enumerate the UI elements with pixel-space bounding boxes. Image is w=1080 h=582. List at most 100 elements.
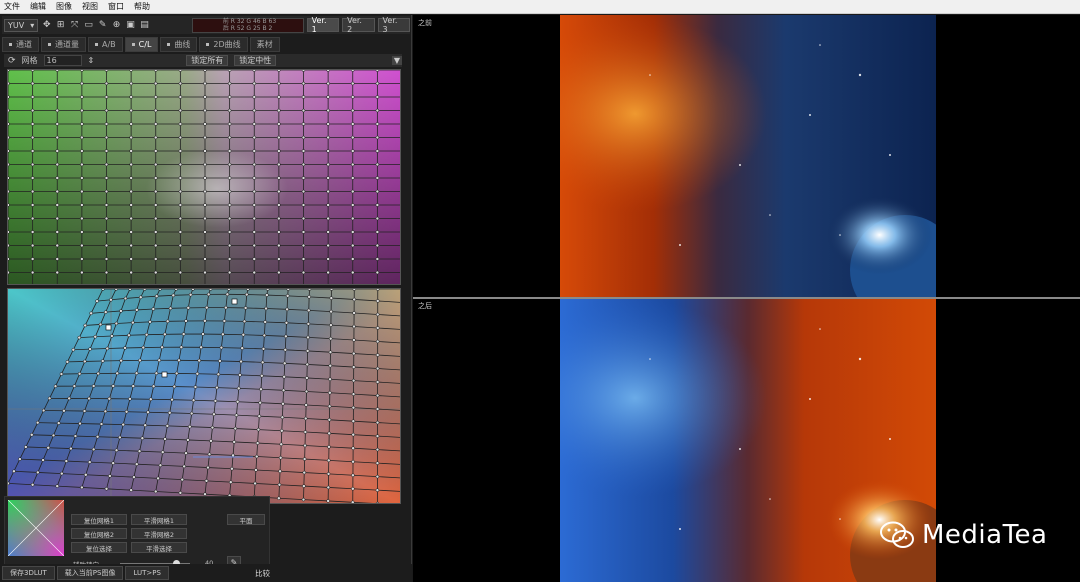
grid-node[interactable] [129,488,133,492]
grid-node[interactable] [401,163,402,166]
grid-node[interactable] [375,366,380,371]
grid-node[interactable] [304,389,309,394]
grid-node[interactable] [55,162,59,167]
grid-node[interactable] [73,434,78,438]
grid-node[interactable] [401,96,402,99]
grid-node[interactable] [104,487,109,491]
grid-node[interactable] [252,95,256,99]
grid-node[interactable] [210,425,215,430]
grid-node[interactable] [80,243,84,248]
grid-node[interactable] [326,70,330,72]
grid-node[interactable] [375,339,380,344]
grid-node[interactable] [351,257,355,261]
grid-node[interactable] [178,243,183,248]
grid-node[interactable] [142,289,147,291]
grid-node[interactable] [134,462,139,466]
grid-node[interactable] [301,149,306,153]
grid-node[interactable] [351,108,355,113]
grid-node[interactable] [114,289,118,291]
grid-node[interactable] [55,243,59,248]
grid-node[interactable] [55,203,59,207]
grid-node[interactable] [143,423,147,427]
grid-node[interactable] [138,358,142,363]
grid-node[interactable] [255,454,259,459]
grid-node[interactable] [375,447,380,452]
grid-node[interactable] [326,122,330,126]
grid-node[interactable] [191,289,195,291]
grid-node[interactable] [401,217,402,220]
grid-node[interactable] [199,345,203,350]
grid-node[interactable] [174,371,179,376]
grid-node[interactable] [168,306,173,311]
grid-node[interactable] [232,440,236,444]
grid-node[interactable] [178,216,183,221]
grid-node[interactable] [8,481,10,486]
grid-node[interactable] [178,81,183,86]
grid-node[interactable] [216,372,221,377]
grid-node[interactable] [252,230,256,234]
grid-node[interactable] [303,443,307,448]
grid-node[interactable] [105,346,110,351]
grid-node[interactable] [55,176,59,180]
grid-node[interactable] [203,108,207,113]
grid-node[interactable] [351,243,355,248]
grid-node[interactable] [36,470,40,475]
grid-node[interactable] [307,289,312,291]
grid-node[interactable] [132,475,136,479]
grid-node[interactable] [154,81,158,86]
grid-node[interactable] [375,326,380,330]
grid-node[interactable] [375,353,380,357]
grid-node[interactable] [101,289,105,291]
grid-node[interactable] [151,307,156,311]
tab-cl[interactable]: C/L [124,36,159,52]
grid-node[interactable] [351,473,355,478]
grid-node[interactable] [8,162,10,167]
grid-node[interactable] [203,95,207,99]
color-wheel[interactable] [8,500,64,556]
grid-node[interactable] [401,423,402,426]
grid-node[interactable] [80,485,84,490]
grid-node[interactable] [154,189,158,194]
grid-node[interactable] [62,409,66,413]
grid-node[interactable] [375,176,380,180]
grid-node[interactable] [128,397,132,401]
grid-node[interactable] [375,312,380,317]
compare-button[interactable]: 比较 [255,568,270,579]
grid-node[interactable] [351,189,355,194]
grid-node[interactable] [30,257,35,261]
grid-node[interactable] [326,472,331,476]
grid-node[interactable] [197,358,201,363]
grid-node[interactable] [227,203,232,207]
grid-node[interactable] [154,371,159,376]
grid-node[interactable] [131,384,136,388]
grid-node[interactable] [154,285,157,286]
grid-node[interactable] [55,149,59,153]
grid-node[interactable] [104,135,109,140]
eyedropper-icon[interactable]: ✎ [97,20,108,31]
grid-node[interactable] [351,135,355,140]
grid-node[interactable] [212,412,216,416]
grid-node[interactable] [8,149,10,153]
grid-node[interactable] [221,332,225,337]
grid-node[interactable] [55,135,59,140]
grid-node[interactable] [375,70,380,72]
grid-node[interactable] [8,203,10,207]
grid-node[interactable] [154,270,158,275]
grid-node[interactable] [227,289,231,291]
grid-node[interactable] [203,81,207,86]
grid-node[interactable] [129,95,133,99]
grid-node[interactable] [129,122,133,126]
grid-node[interactable] [326,485,331,490]
grid-node[interactable] [301,497,306,502]
grid-node[interactable] [89,311,93,316]
grid-node[interactable] [375,149,380,153]
grid-node[interactable] [55,122,59,126]
grid-node[interactable] [352,289,357,291]
grid-node[interactable] [178,108,183,113]
grid-node[interactable] [301,162,306,167]
grid-node[interactable] [80,176,84,180]
grid-node[interactable] [154,257,158,261]
grid-node[interactable] [114,448,119,453]
reset-grid-2-button[interactable]: 复位网格2 [71,528,127,539]
grid-node[interactable] [104,270,109,275]
